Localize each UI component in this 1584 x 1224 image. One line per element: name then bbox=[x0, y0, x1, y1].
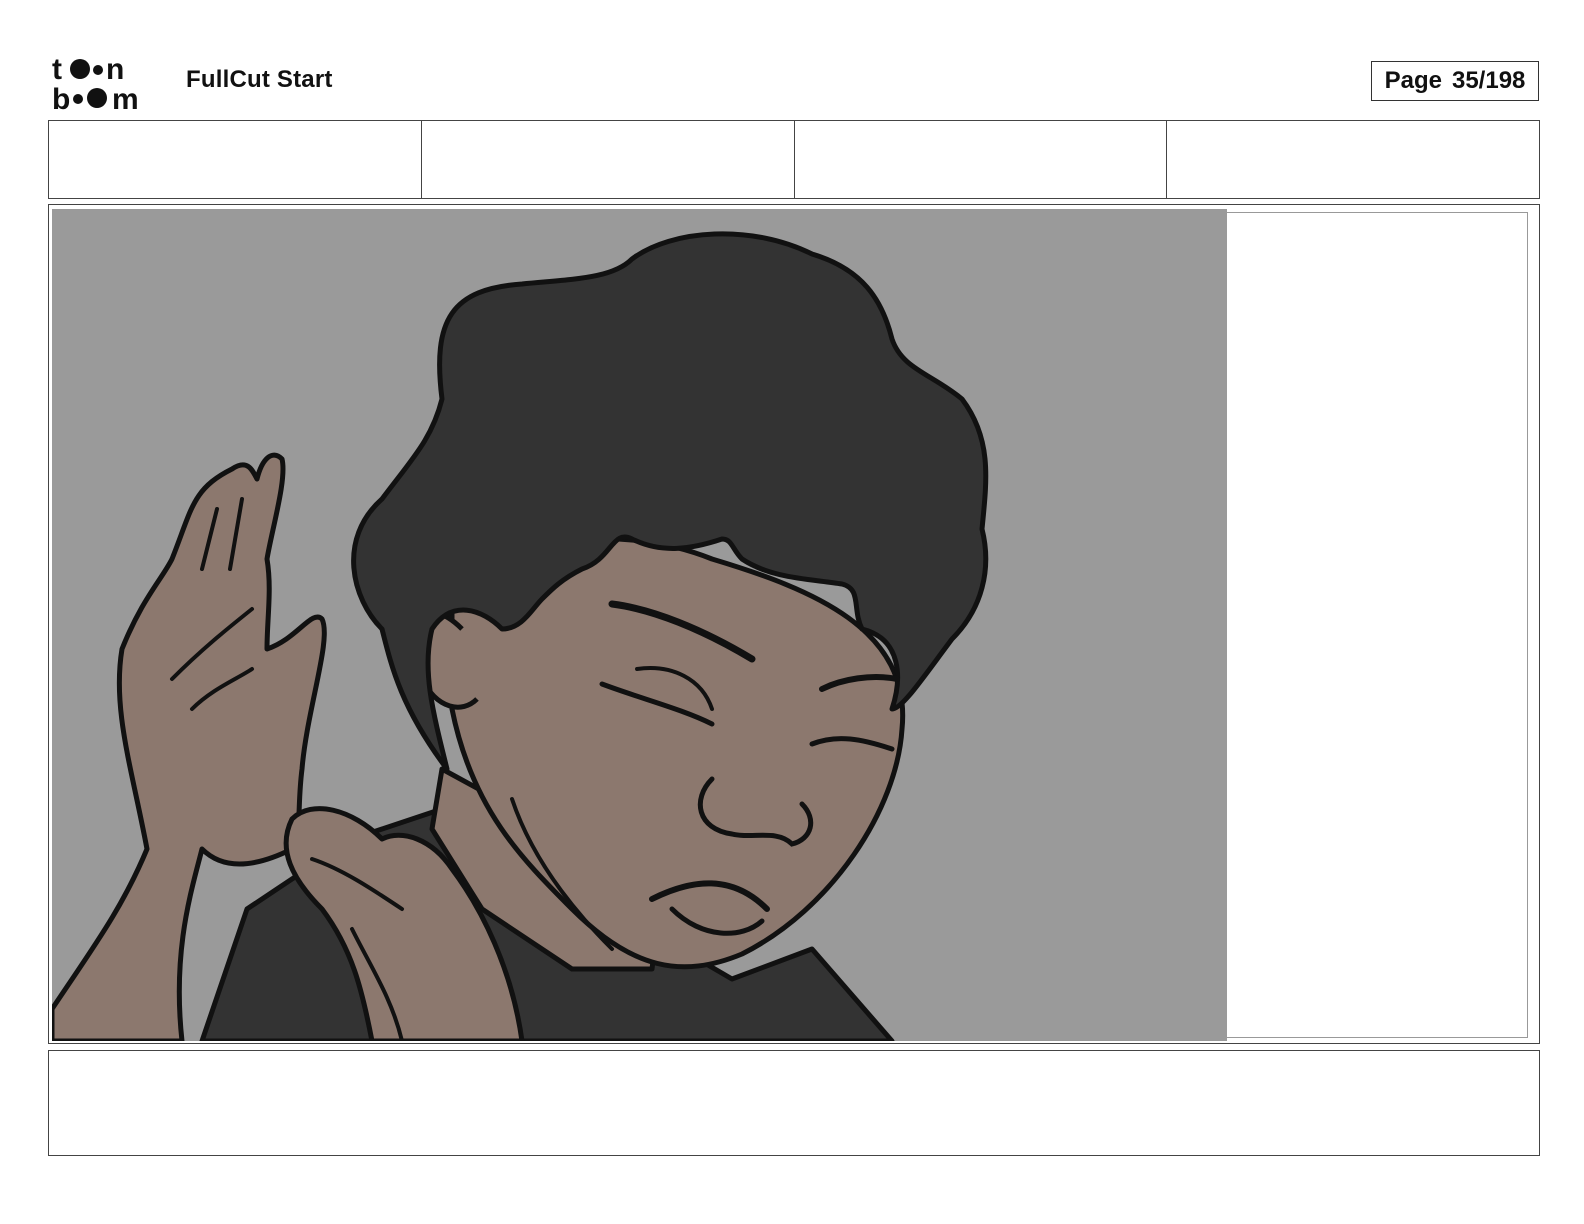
header-field-2 bbox=[422, 121, 795, 198]
header-field-1 bbox=[49, 121, 422, 198]
svg-text:t: t bbox=[52, 53, 62, 86]
caption-box bbox=[48, 1050, 1540, 1156]
storyboard-panel-image bbox=[52, 209, 1227, 1041]
page-number: 35/198 bbox=[1451, 67, 1526, 94]
project-title: FullCut Start bbox=[186, 66, 333, 93]
page-indicator: Page 35/198 bbox=[1371, 61, 1539, 101]
header-field-3 bbox=[795, 121, 1168, 198]
character-drawing bbox=[52, 209, 1227, 1041]
page-label: Page bbox=[1384, 67, 1442, 94]
svg-text:m: m bbox=[112, 83, 139, 112]
toonboom-logo: t n b m bbox=[52, 52, 164, 116]
header-fields-row bbox=[48, 120, 1540, 199]
svg-text:n: n bbox=[106, 53, 124, 86]
toonboom-logo-mark: t n b m bbox=[52, 53, 139, 116]
header-field-4 bbox=[1167, 121, 1539, 198]
svg-text:b: b bbox=[52, 83, 70, 112]
